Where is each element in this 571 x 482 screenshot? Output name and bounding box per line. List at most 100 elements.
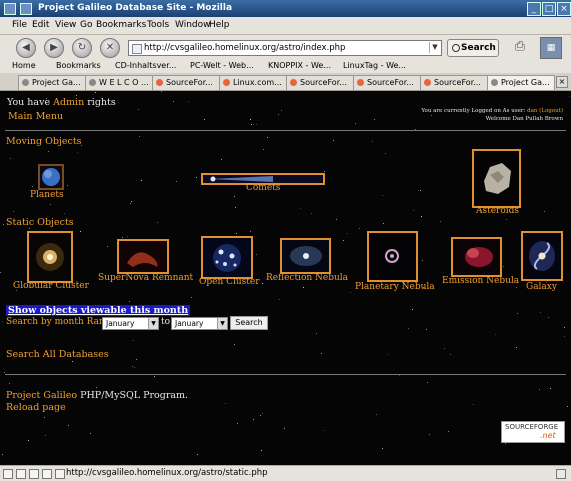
project-galileo-link[interactable]: Project Galileo — [6, 390, 77, 401]
composer-icon[interactable] — [29, 469, 39, 479]
bookmark-pcwelt[interactable]: PC-Welt - Web... — [190, 61, 254, 70]
menu-window[interactable]: Window — [175, 20, 211, 30]
window-menu-icon[interactable] — [4, 3, 16, 15]
url-bar[interactable]: http://cvsgalileo.homelinux.org/astro/in… — [128, 40, 442, 56]
star — [251, 124, 252, 125]
bookmark-cd[interactable]: CD-Inhaltsver... — [115, 61, 176, 70]
star — [234, 344, 235, 345]
print-icon[interactable]: ⎙ — [512, 39, 528, 55]
star — [311, 213, 312, 214]
menu-file[interactable]: File — [12, 20, 27, 30]
open-cluster-label[interactable]: Open Cluster — [199, 277, 260, 287]
tab-sourceforge[interactable]: SourceFor... — [286, 75, 354, 90]
tab-welcome[interactable]: W E L C O ... — [85, 75, 153, 90]
url-text[interactable]: http://cvsgalileo.homelinux.org/astro/in… — [144, 41, 345, 55]
bookmark-knoppix[interactable]: KNOPPIX - We... — [268, 61, 331, 70]
reload-page-link[interactable]: Reload page — [6, 402, 66, 413]
star — [131, 201, 132, 202]
navigator-icon[interactable] — [3, 469, 13, 479]
star — [450, 354, 451, 355]
address-book-icon[interactable] — [42, 469, 52, 479]
star — [0, 272, 1, 273]
menu-go[interactable]: Go — [80, 20, 92, 30]
search-button[interactable]: Search — [447, 39, 499, 57]
chat-icon[interactable] — [55, 469, 65, 479]
star — [253, 419, 254, 420]
supernova-remnant-label[interactable]: SuperNova Remnant — [98, 273, 193, 283]
reflection-nebula-image[interactable] — [280, 238, 331, 274]
tab-sourceforge[interactable]: SourceFor... — [152, 75, 220, 90]
tab-project-galileo-active[interactable]: Project Ga... — [487, 75, 555, 90]
reload-icon[interactable]: ↻ — [72, 38, 92, 58]
galaxy-image[interactable] — [521, 231, 563, 281]
star — [72, 361, 73, 362]
menu-help[interactable]: Help — [209, 20, 230, 30]
star — [32, 186, 33, 187]
main-menu-link[interactable]: Main Menu — [8, 111, 63, 122]
star — [350, 292, 351, 293]
forward-icon[interactable]: ▶ — [44, 38, 64, 58]
bookmark-home[interactable]: Home — [12, 61, 36, 70]
tab-sourceforge[interactable]: SourceFor... — [420, 75, 488, 90]
star — [256, 254, 257, 255]
star — [136, 359, 137, 360]
minimize-button[interactable]: _ — [527, 2, 541, 16]
star — [324, 430, 325, 431]
month-to-value: January — [175, 319, 204, 328]
month-from-select[interactable]: January ▼ — [102, 317, 159, 330]
show-viewable-link[interactable]: Show objects viewable this month — [6, 305, 191, 316]
open-cluster-image[interactable] — [201, 236, 253, 279]
comets-label[interactable]: Comets — [246, 183, 280, 193]
logout-link[interactable]: (Logout) — [539, 108, 563, 114]
asteroids-label[interactable]: Asteroids — [476, 206, 519, 216]
rights-prefix: You have — [7, 97, 51, 108]
sourceforge-logo[interactable]: SOURCEFORGE .net — [501, 421, 565, 443]
tab-project-galileo[interactable]: Project Ga... — [18, 75, 86, 90]
star — [412, 309, 413, 310]
globular-cluster-image[interactable] — [27, 231, 73, 283]
bookmark-linuxtag[interactable]: LinuxTag - We... — [343, 61, 406, 70]
bookmark-bookmarks[interactable]: Bookmarks — [56, 61, 101, 70]
galaxy-label[interactable]: Galaxy — [526, 282, 557, 292]
tab-sourceforge[interactable]: SourceFor... — [353, 75, 421, 90]
throbber-icon[interactable]: ▦ — [540, 37, 562, 59]
menu-edit[interactable]: Edit — [32, 20, 49, 30]
close-tab-icon[interactable]: × — [556, 76, 568, 88]
tab-bar: Project Ga... W E L C O ... SourceFor...… — [0, 73, 571, 91]
month-search-button[interactable]: Search — [230, 316, 268, 330]
star — [359, 228, 360, 229]
emission-nebula-image[interactable] — [451, 237, 502, 277]
planetary-nebula-label[interactable]: Planetary Nebula — [355, 282, 435, 292]
pin-icon[interactable] — [20, 3, 32, 15]
menu-view[interactable]: View — [55, 20, 76, 30]
star — [127, 236, 128, 237]
rights-suffix: rights — [87, 97, 116, 108]
menu-tools[interactable]: Tools — [147, 20, 169, 30]
planetary-nebula-image[interactable] — [367, 231, 418, 282]
planets-image[interactable] — [38, 164, 64, 190]
emission-nebula-label[interactable]: Emission Nebula — [442, 276, 519, 286]
star — [134, 367, 135, 368]
close-window-button[interactable]: × — [557, 2, 571, 16]
star — [422, 260, 423, 261]
reflection-nebula-label[interactable]: Reflection Nebula — [266, 273, 348, 283]
url-dropdown-icon[interactable]: ▼ — [429, 42, 440, 53]
star — [413, 210, 414, 211]
planets-label[interactable]: Planets — [30, 190, 64, 200]
month-to-select[interactable]: January ▼ — [171, 317, 228, 330]
star — [250, 231, 251, 232]
tab-linux-com[interactable]: Linux.com... — [219, 75, 287, 90]
star — [382, 195, 383, 196]
chevron-down-icon: ▼ — [217, 318, 227, 329]
menu-bookmarks[interactable]: Bookmarks — [96, 20, 146, 30]
back-icon[interactable]: ◀ — [16, 38, 36, 58]
globular-cluster-label[interactable]: Globular Cluster — [13, 281, 89, 291]
star — [567, 406, 568, 407]
maximize-button[interactable]: □ — [542, 2, 556, 16]
mail-icon[interactable] — [16, 469, 26, 479]
supernova-remnant-image[interactable] — [117, 239, 169, 274]
search-all-databases-link[interactable]: Search All Databases — [6, 349, 109, 360]
asteroids-image[interactable] — [472, 149, 521, 208]
stop-icon[interactable]: ✕ — [100, 38, 120, 58]
star — [263, 149, 264, 150]
